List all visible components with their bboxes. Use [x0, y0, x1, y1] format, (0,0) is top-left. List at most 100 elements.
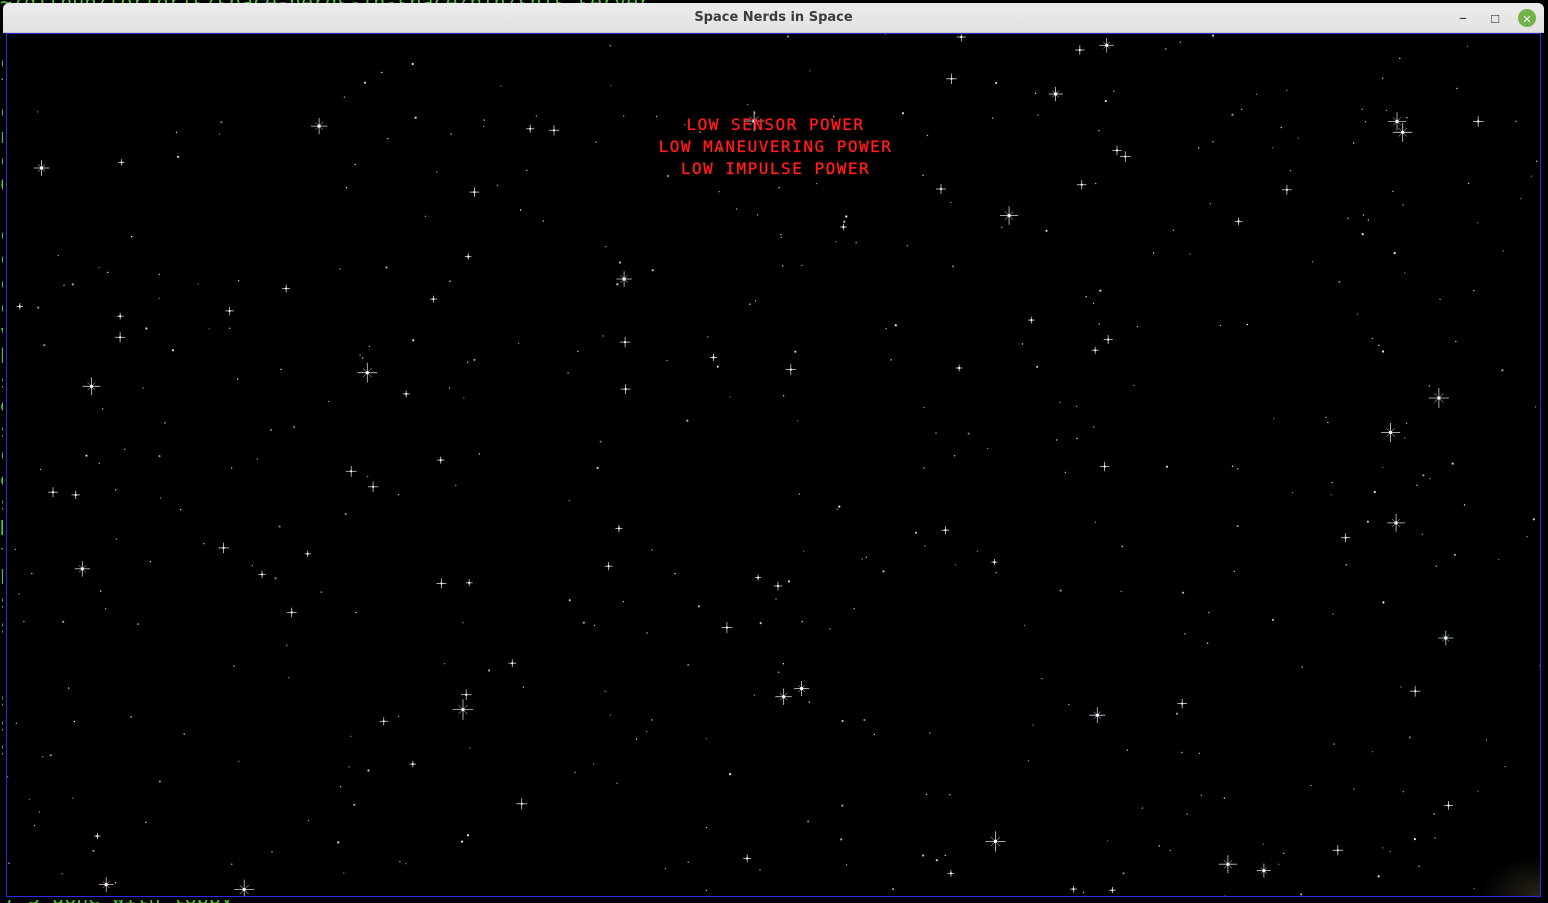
- star: [1451, 462, 1454, 465]
- star: [15, 722, 17, 724]
- star: [1371, 751, 1374, 753]
- star: [343, 872, 345, 874]
- star: [949, 794, 951, 796]
- star: [1408, 736, 1412, 739]
- maximize-button[interactable]: ☐: [1486, 9, 1504, 27]
- star: [1172, 229, 1175, 231]
- star: [1421, 533, 1424, 535]
- star: [1434, 837, 1436, 839]
- star: [203, 543, 205, 545]
- star: [71, 283, 74, 286]
- star: [149, 561, 152, 563]
- window-titlebar[interactable]: Space Nerds in Space – ☐ ✕: [3, 3, 1544, 33]
- star: [1032, 724, 1034, 726]
- close-button[interactable]: ✕: [1518, 9, 1536, 27]
- star: [1175, 712, 1179, 715]
- sparkle-star: [755, 574, 762, 581]
- star: [1330, 494, 1332, 496]
- star: [500, 85, 502, 87]
- sparkle-star: [946, 73, 957, 84]
- star: [944, 854, 946, 857]
- star: [1325, 416, 1327, 418]
- star: [145, 327, 148, 330]
- star: [1198, 752, 1201, 754]
- star: [890, 359, 892, 361]
- star: [1099, 289, 1102, 292]
- star: [73, 720, 76, 723]
- sparkle-star: [956, 34, 966, 42]
- star: [604, 690, 606, 693]
- star: [251, 564, 254, 566]
- sparkle-star: [464, 253, 472, 260]
- star: [230, 467, 233, 469]
- star: [952, 265, 955, 268]
- sparkle-star: [345, 465, 357, 477]
- star: [865, 556, 868, 558]
- star: [803, 550, 805, 552]
- minimize-button[interactable]: –: [1454, 9, 1472, 27]
- star: [1377, 875, 1380, 878]
- star: [1211, 34, 1215, 37]
- star: [462, 622, 464, 624]
- star: [1418, 865, 1420, 867]
- star: [1477, 790, 1479, 792]
- star: [1133, 384, 1135, 387]
- star: [61, 873, 63, 875]
- star: [42, 756, 44, 758]
- star: [368, 345, 371, 348]
- star: [38, 811, 41, 813]
- sparkle-star: [304, 550, 311, 557]
- star: [469, 747, 471, 749]
- star: [72, 797, 74, 799]
- star: [359, 354, 361, 356]
- star: [229, 327, 231, 329]
- star: [1382, 466, 1384, 468]
- star: [353, 803, 356, 806]
- star: [1373, 490, 1376, 494]
- star: [1141, 807, 1144, 809]
- star: [124, 448, 126, 450]
- star: [327, 400, 330, 403]
- star: [1271, 618, 1274, 622]
- warning-messages: LOW SENSOR POWER LOW MANEUVERING POWER L…: [7, 114, 1540, 180]
- star: [1241, 108, 1243, 111]
- star: [1001, 226, 1003, 228]
- star: [274, 577, 277, 580]
- star: [736, 208, 738, 210]
- star: [619, 261, 622, 264]
- star: [344, 513, 347, 516]
- star: [1416, 484, 1418, 486]
- star: [1136, 326, 1139, 328]
- star: [1477, 222, 1479, 224]
- star: [1236, 525, 1239, 528]
- star: [1027, 760, 1030, 762]
- star: [1126, 749, 1128, 751]
- star: [1371, 337, 1374, 340]
- star: [778, 187, 780, 189]
- sparkle-star: [1070, 885, 1077, 893]
- star: [853, 608, 855, 610]
- sparkle-star: [1438, 630, 1454, 646]
- star: [1382, 601, 1385, 604]
- star: [780, 236, 783, 239]
- star: [845, 215, 848, 218]
- star: [397, 493, 400, 496]
- star: [1231, 465, 1234, 467]
- star: [1453, 553, 1456, 556]
- sparkle-star: [1409, 685, 1421, 697]
- sparkle-star: [1109, 887, 1116, 894]
- star: [171, 349, 174, 352]
- star: [1435, 565, 1438, 567]
- star: [753, 694, 755, 696]
- star: [145, 821, 147, 823]
- star: [1378, 344, 1380, 347]
- sparkle-star: [1381, 423, 1400, 442]
- star: [1023, 624, 1026, 627]
- game-viewport[interactable]: LOW SENSOR POWER LOW MANEUVERING POWER L…: [6, 33, 1541, 897]
- star: [164, 422, 166, 424]
- star: [574, 771, 576, 773]
- star: [1208, 611, 1210, 614]
- star: [98, 266, 101, 269]
- star: [49, 754, 52, 757]
- star: [399, 861, 401, 863]
